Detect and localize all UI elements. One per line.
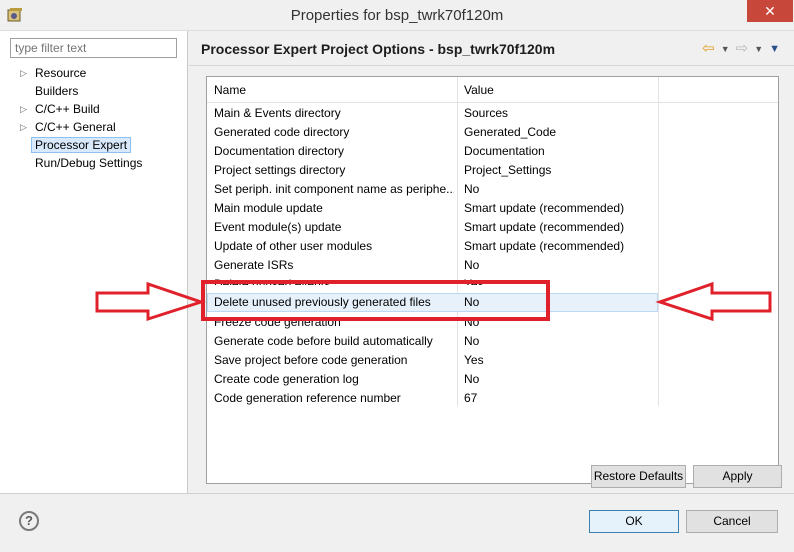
table-row-selected[interactable]: Delete unused previously generated files… [207,293,658,312]
table-row[interactable]: Main module update Smart update (recomme… [207,199,778,218]
tree-item-cpp-general[interactable]: ▷ C/C++ General [0,118,188,136]
table-row[interactable]: Generate ISRs No [207,256,778,275]
tree-item-label: Run/Debug Settings [35,156,143,170]
expand-arrow-icon[interactable]: ▷ [20,118,27,136]
option-value[interactable]: Sources [464,104,508,123]
option-value[interactable]: Generated_Code [464,123,556,142]
back-arrow-icon[interactable]: ⇦ [702,41,715,57]
option-name: Generate ISRs [214,258,294,272]
option-value[interactable]: No [464,332,479,351]
table-row[interactable]: Generated code directory Generated_Code [207,123,778,142]
table-row[interactable]: Set periph. init component name as perip… [207,180,778,199]
table-row[interactable]: Code generation reference number 67 [207,389,778,408]
option-name: Project settings directory [214,163,346,177]
expand-arrow-icon[interactable]: ▷ [20,64,27,82]
property-tree: ▷ Resource Builders ▷ C/C++ Build ▷ C/C+… [0,64,188,172]
tree-item-cpp-build[interactable]: ▷ C/C++ Build [0,100,188,118]
forward-history-dropdown-icon[interactable]: ▼ [754,41,763,57]
tree-item-label: C/C++ General [35,120,116,134]
expand-arrow-icon[interactable]: ▷ [20,100,27,118]
table-row[interactable]: Update of other user modules Smart updat… [207,237,778,256]
option-value[interactable]: No [464,256,479,275]
option-value[interactable]: Documentation [464,142,545,161]
tree-item-label: Builders [35,84,79,98]
table-row[interactable]: Documentation directory Documentation [207,142,778,161]
page-title: Processor Expert Project Options - bsp_t… [201,41,556,57]
window-title: Properties for bsp_twrk70f120m [290,7,504,24]
option-name: Save project before code generation [214,353,408,367]
table-row[interactable]: Freeze code generation No [207,313,778,332]
option-name: Event module(s) update [214,220,342,234]
option-value[interactable]: Project_Settings [464,161,551,180]
properties-page: Processor Expert Project Options - bsp_t… [189,31,794,493]
option-name: Freeze code generation [214,315,341,329]
table-row[interactable]: Create code generation log No [207,370,778,389]
column-header-value[interactable]: Value [464,83,494,97]
option-value[interactable]: No [464,370,479,389]
option-name: Delete unused previously generated files [214,295,431,309]
left-navigation-pane: ▷ Resource Builders ▷ C/C++ Build ▷ C/C+… [0,31,188,493]
tree-item-resource[interactable]: ▷ Resource [0,64,188,82]
option-name: Set periph. init component name as perip… [214,182,454,196]
header-divider [189,65,794,66]
apply-button[interactable]: Apply [693,465,782,488]
cancel-button[interactable]: Cancel [686,510,778,533]
footer-divider [0,493,794,494]
close-button[interactable]: ✕ [747,0,793,22]
back-history-dropdown-icon[interactable]: ▼ [721,41,730,57]
page-navigation-toolbar: ⇦ ▼ ⇨ ▼ ▼ [702,41,780,57]
tree-item-builders[interactable]: Builders [0,82,188,100]
options-table: Name Value Main & Events directory Sourc… [206,76,779,484]
column-header-name[interactable]: Name [214,83,246,97]
tree-item-label: C/C++ Build [35,102,100,116]
table-row[interactable]: Save project before code generation Yes [207,351,778,370]
option-name: Main & Events directory [214,106,341,120]
option-value[interactable]: Smart update (recommended) [464,199,624,218]
option-name: Generate code before build automatically [214,334,433,348]
restore-defaults-button[interactable]: Restore Defaults [591,465,686,488]
tree-item-processor-expert[interactable]: Processor Expert [0,136,188,154]
option-value[interactable]: No [464,293,479,312]
option-name: Generated code directory [214,125,350,139]
tree-item-run-debug-settings[interactable]: Run/Debug Settings [0,154,188,172]
option-name: Code generation reference number [214,391,401,405]
option-value[interactable]: Smart update (recommended) [464,237,624,256]
forward-arrow-icon[interactable]: ⇨ [736,41,749,57]
option-value[interactable]: No [464,313,479,332]
title-bar: Properties for bsp_twrk70f120m ✕ [0,0,794,31]
table-row[interactable]: Project settings directory Project_Setti… [207,161,778,180]
tree-item-label: Resource [35,66,87,80]
table-row[interactable]: Generate code before build automatically… [207,332,778,351]
option-value[interactable]: Yes [464,275,484,285]
option-name: Main module update [214,201,323,215]
table-row[interactable]: Delete unused events Yes [207,275,778,285]
option-name: Documentation directory [214,144,345,158]
filter-input[interactable] [10,38,177,58]
table-header: Name Value [207,77,778,103]
tree-item-label: Processor Expert [31,137,132,153]
option-value[interactable]: Yes [464,351,484,370]
option-value[interactable]: Smart update (recommended) [464,218,624,237]
ok-button[interactable]: OK [589,510,679,533]
option-value[interactable]: 67 [464,389,477,408]
option-value[interactable]: No [464,180,479,199]
option-name: Delete unused events [214,277,331,285]
table-row[interactable]: Event module(s) update Smart update (rec… [207,218,778,237]
help-icon[interactable]: ? [19,511,39,531]
table-row[interactable]: Main & Events directory Sources [207,104,778,123]
view-menu-icon[interactable]: ▼ [769,41,780,57]
option-name: Create code generation log [214,372,359,386]
option-name: Update of other user modules [214,239,373,253]
